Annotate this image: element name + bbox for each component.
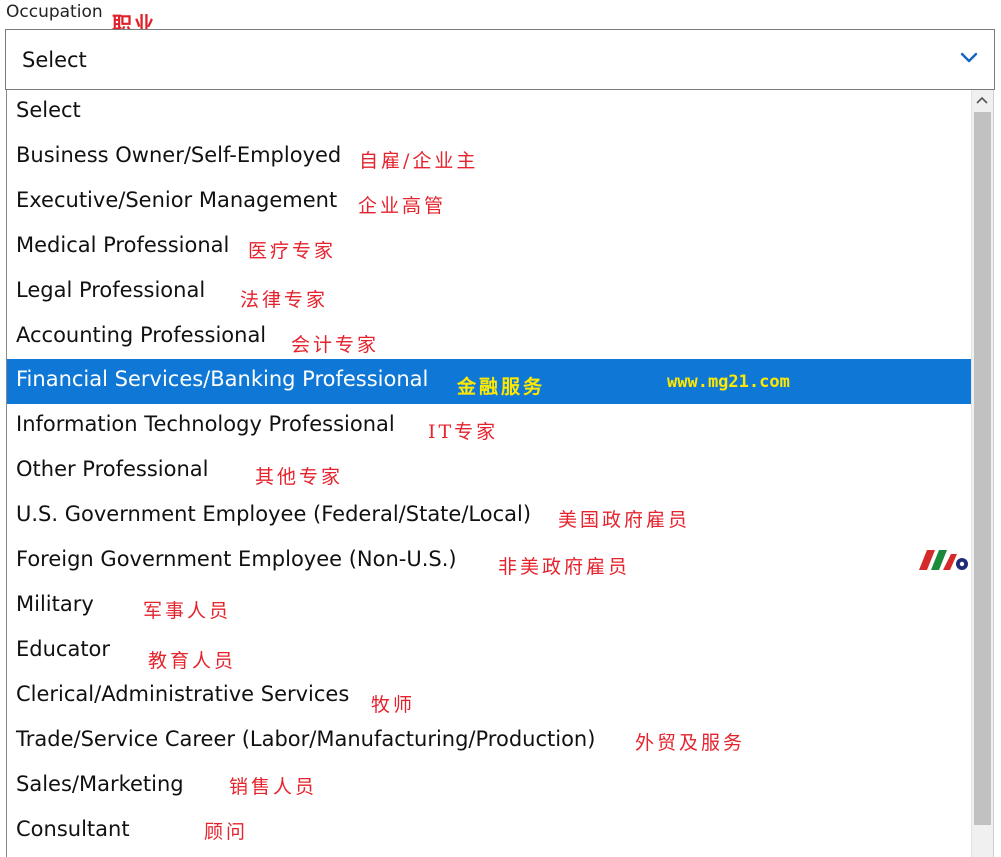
option-label: Sales/Marketing <box>16 772 184 796</box>
option-label: Consultant <box>16 817 130 841</box>
scroll-up-arrow-icon[interactable] <box>976 96 988 104</box>
option-annotation-cn: 军事人员 <box>143 600 232 622</box>
option-label: Other Professional <box>16 457 209 481</box>
option-annotation-cn: 其他专家 <box>255 466 344 488</box>
option-annotation-cn: 美国政府雇员 <box>558 509 691 531</box>
option-military[interactable]: Military 军事人员 <box>7 584 972 629</box>
option-information-technology[interactable]: Information Technology Professional IT专家 <box>7 404 972 449</box>
option-label: Educator <box>16 637 111 661</box>
option-label: Business Owner/Self-Employed <box>16 143 342 167</box>
select-current-value: Select <box>22 48 87 72</box>
mg21-logo-icon <box>919 550 968 570</box>
watermark-url: www.mg21.com <box>667 372 790 392</box>
option-label: Executive/Senior Management <box>16 188 338 212</box>
option-annotation-cn: 自雇/企业主 <box>359 150 479 172</box>
option-annotation-cn: 销售人员 <box>229 776 318 798</box>
option-annotation-cn: 教育人员 <box>148 650 237 672</box>
option-label: Trade/Service Career (Labor/Manufacturin… <box>16 727 596 751</box>
option-select[interactable]: Select <box>7 90 972 135</box>
option-annotation-cn: IT专家 <box>428 421 499 443</box>
option-business-owner[interactable]: Business Owner/Self-Employed 自雇/企业主 <box>7 135 972 180</box>
option-label: Medical Professional <box>16 233 230 257</box>
option-us-government[interactable]: U.S. Government Employee (Federal/State/… <box>7 494 972 539</box>
option-annotation-cn: 金融服务 <box>457 376 546 398</box>
option-executive[interactable]: Executive/Senior Management 企业高管 <box>7 180 972 225</box>
option-annotation-cn: 牧师 <box>371 694 416 716</box>
option-financial-services[interactable]: Financial Services/Banking Professional … <box>7 359 972 404</box>
option-clerical[interactable]: Clerical/Administrative Services 牧师 <box>7 674 972 719</box>
option-trade-service[interactable]: Trade/Service Career (Labor/Manufacturin… <box>7 719 972 764</box>
option-label: Clerical/Administrative Services <box>16 682 350 706</box>
option-label: Select <box>16 98 81 122</box>
option-label: Information Technology Professional <box>16 412 395 436</box>
option-annotation-cn: 非美政府雇员 <box>498 556 631 578</box>
option-annotation-cn: 法律专家 <box>240 289 329 311</box>
option-label: Foreign Government Employee (Non-U.S.) <box>16 547 457 571</box>
option-annotation-cn: 顾问 <box>204 821 249 843</box>
occupation-page: Occupation 职业 Select Select Business Own… <box>0 0 1001 857</box>
occupation-select[interactable]: Select <box>5 29 995 90</box>
option-label: U.S. Government Employee (Federal/State/… <box>16 502 532 526</box>
option-consultant[interactable]: Consultant 顾问 <box>7 809 972 854</box>
option-accounting[interactable]: Accounting Professional 会计专家 <box>7 315 972 360</box>
option-foreign-government[interactable]: Foreign Government Employee (Non-U.S.) 非… <box>7 539 972 584</box>
option-medical[interactable]: Medical Professional 医疗专家 <box>7 225 972 270</box>
chevron-down-icon <box>960 52 978 63</box>
option-annotation-cn: 外贸及服务 <box>635 732 746 754</box>
option-other-professional[interactable]: Other Professional 其他专家 <box>7 449 972 494</box>
occupation-label: Occupation <box>6 2 103 22</box>
option-label: Financial Services/Banking Professional <box>16 367 429 391</box>
option-legal[interactable]: Legal Professional 法律专家 <box>7 270 972 315</box>
dropdown-scrollbar[interactable] <box>971 90 993 857</box>
option-label: Accounting Professional <box>16 323 267 347</box>
option-educator[interactable]: Educator 教育人员 <box>7 629 972 674</box>
option-annotation-cn: 医疗专家 <box>248 240 337 262</box>
scrollbar-thumb[interactable] <box>974 112 991 825</box>
option-annotation-cn: 企业高管 <box>358 195 447 217</box>
option-label: Military <box>16 592 94 616</box>
occupation-dropdown-list: Select Business Owner/Self-Employed 自雇/企… <box>6 90 994 857</box>
option-label: Legal Professional <box>16 278 206 302</box>
option-sales-marketing[interactable]: Sales/Marketing 销售人员 <box>7 764 972 809</box>
option-annotation-cn: 会计专家 <box>291 334 380 356</box>
